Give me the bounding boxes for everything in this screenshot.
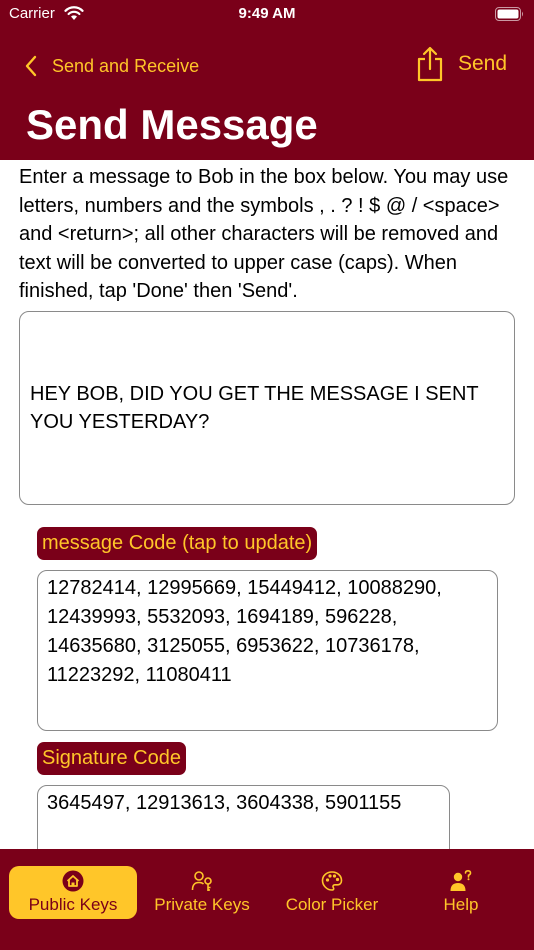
- back-button-label: Send and Receive: [52, 55, 200, 76]
- signature-code-text: 3645497, 12913613, 3604338, 5901155: [47, 792, 402, 814]
- tab-private-keys[interactable]: Private Keys: [145, 866, 259, 919]
- tab-help-label: Help: [443, 895, 479, 914]
- palette-icon: [321, 871, 343, 891]
- chevron-left-icon: [25, 55, 37, 77]
- share-icon: [417, 46, 443, 82]
- message-code-button[interactable]: message Code (tap to update): [37, 527, 318, 560]
- signature-code-label: Signature Code: [37, 742, 186, 775]
- tab-help[interactable]: Help: [421, 866, 501, 919]
- message-code-field[interactable]: 12782414, 12995669, 15449412, 10088290, …: [37, 570, 498, 731]
- instructions-text: Enter a message to Bob in the box below.…: [19, 166, 509, 302]
- tab-bar: Public Keys Private Keys Color Picker He…: [0, 849, 534, 950]
- message-code-text: 12782414, 12995669, 15449412, 10088290, …: [47, 577, 442, 686]
- person-key-icon: [191, 871, 212, 891]
- tab-public-keys-label: Public Keys: [28, 895, 118, 914]
- tab-color-picker-label: Color Picker: [285, 895, 379, 914]
- navigation-header: Carrier 9:49 AM Send and Receive Send Se…: [0, 0, 534, 160]
- back-button[interactable]: Send and Receive: [24, 52, 199, 80]
- tab-public-keys[interactable]: Public Keys: [9, 866, 137, 919]
- person-question-icon: [450, 870, 472, 891]
- clock-label: 9:49 AM: [238, 5, 296, 22]
- message-input-text: HEY BOB, DID YOU GET THE MESSAGE I SENT …: [30, 382, 479, 434]
- send-button-label: Send: [458, 52, 508, 75]
- status-bar: Carrier 9:49 AM: [0, 0, 534, 30]
- send-button[interactable]: Send: [416, 46, 507, 82]
- tab-private-keys-label: Private Keys: [154, 895, 250, 914]
- page-title: Send Message: [26, 101, 318, 148]
- house-icon: [62, 870, 84, 892]
- battery-icon: [495, 7, 523, 21]
- message-input[interactable]: HEY BOB, DID YOU GET THE MESSAGE I SENT …: [19, 311, 515, 505]
- tab-color-picker[interactable]: Color Picker: [276, 866, 388, 919]
